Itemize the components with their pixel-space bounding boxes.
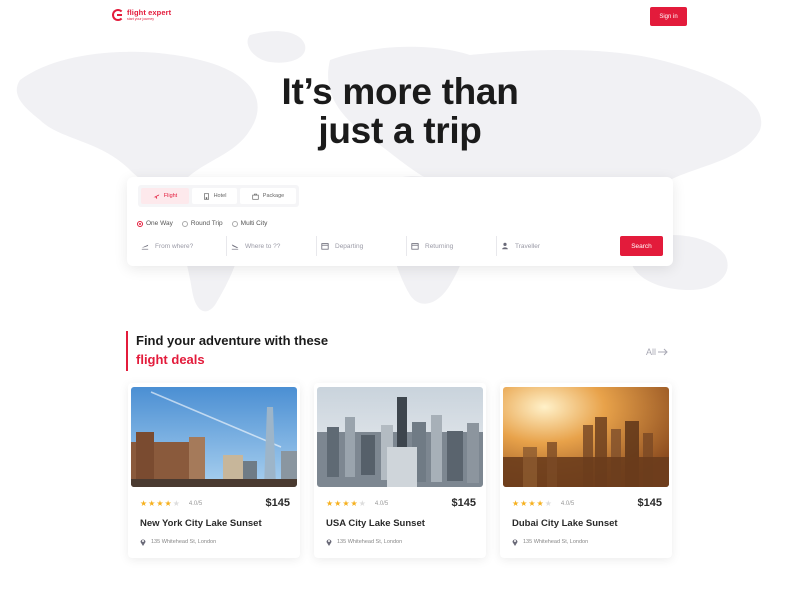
deal-price: $145 xyxy=(637,497,662,509)
radio-one-way-label: One Way xyxy=(146,220,173,227)
tab-flight-label: Flight xyxy=(163,193,178,199)
star-icon: ★ xyxy=(148,499,156,508)
deal-card[interactable]: ★ ★ ★ ★ ★ 4.0/5 $145 USA City Lake Sunse… xyxy=(314,383,486,558)
search-button[interactable]: Search xyxy=(620,236,663,256)
to-field[interactable]: Where to ?? xyxy=(227,236,317,256)
trip-type-options: One Way Round Trip Multi City xyxy=(137,220,267,227)
tab-hotel-label: Hotel xyxy=(213,193,227,199)
departing-field-placeholder: Departing xyxy=(335,242,364,250)
deal-card-image xyxy=(317,387,483,487)
brand-logo[interactable]: flight expert start your journey xyxy=(112,9,171,21)
search-fields: From where? Where to ?? Departing Return… xyxy=(137,236,620,256)
deal-card[interactable]: ★ ★ ★ ★ ★ 4.0/5 $145 Dubai City Lake Sun… xyxy=(500,383,672,558)
radio-round-trip-label: Round Trip xyxy=(190,220,223,227)
location-pin-icon xyxy=(326,539,332,546)
radio-round-trip[interactable]: Round Trip xyxy=(181,220,223,227)
radio-multi-city-label: Multi City xyxy=(240,220,268,227)
deal-address: 135 Whitehead St, London xyxy=(326,538,402,546)
sign-in-button[interactable]: Sign in xyxy=(650,7,687,26)
search-panel: Flight Hotel Package One Way Round Trip … xyxy=(127,177,673,266)
rating-value: 4.0/5 xyxy=(560,501,575,507)
star-icon: ★ xyxy=(334,499,342,508)
star-empty-icon: ★ xyxy=(358,499,366,508)
rating-value: 4.0/5 xyxy=(188,501,203,507)
star-icon: ★ xyxy=(520,499,528,508)
plane-takeoff-icon xyxy=(141,244,149,250)
user-icon xyxy=(502,242,508,250)
to-field-placeholder: Where to ?? xyxy=(245,242,281,250)
from-field-placeholder: From where? xyxy=(155,242,194,250)
plane-icon xyxy=(153,193,160,199)
star-icon: ★ xyxy=(342,499,350,508)
deal-address: 135 Whitehead St, London xyxy=(512,538,588,546)
deals-heading-line2: flight deals xyxy=(136,352,205,367)
star-empty-icon: ★ xyxy=(172,499,180,508)
deal-address-text: 135 Whitehead St, London xyxy=(523,539,589,545)
deal-price: $145 xyxy=(265,497,290,509)
deal-price: $145 xyxy=(451,497,476,509)
radio-multi-city[interactable]: Multi City xyxy=(231,220,268,227)
star-icon: ★ xyxy=(164,499,172,508)
star-icon: ★ xyxy=(528,499,536,508)
logo-tagline: start your journey xyxy=(127,16,155,21)
tab-package[interactable]: Package xyxy=(240,188,296,204)
deal-title: Dubai City Lake Sunset xyxy=(512,518,618,529)
rating-stars: ★ ★ ★ ★ ★ 4.0/5 xyxy=(140,500,202,508)
star-icon: ★ xyxy=(512,499,520,508)
plane-landing-icon xyxy=(231,244,239,250)
from-field[interactable]: From where? xyxy=(137,236,227,256)
view-all-link[interactable]: All xyxy=(646,347,668,357)
returning-field[interactable]: Returning xyxy=(407,236,497,256)
radio-unselected-icon xyxy=(181,220,188,227)
hero-title-line1: It’s more than xyxy=(281,71,519,112)
deal-card[interactable]: ★ ★ ★ ★ ★ 4.0/5 $145 New York City Lake … xyxy=(128,383,300,558)
deals-heading-line1: Find your adventure with these xyxy=(136,333,329,348)
package-icon xyxy=(252,193,259,200)
radio-selected-icon xyxy=(137,220,143,227)
top-nav: flight expert start your journey Sign in xyxy=(0,0,800,34)
view-all-label: All xyxy=(646,347,657,357)
deal-address-text: 135 Whitehead St, London xyxy=(151,539,217,545)
rating-stars: ★ ★ ★ ★ ★ 4.0/5 xyxy=(512,500,574,508)
booking-tabs: Flight Hotel Package xyxy=(138,185,299,207)
location-pin-icon xyxy=(140,539,146,546)
calendar-icon xyxy=(411,243,419,250)
departing-field[interactable]: Departing xyxy=(317,236,407,256)
calendar-icon xyxy=(321,243,329,250)
tab-hotel[interactable]: Hotel xyxy=(192,188,237,204)
arrow-right-icon xyxy=(658,348,668,356)
hero-title: It’s more than just a trip xyxy=(0,72,800,150)
radio-one-way[interactable]: One Way xyxy=(137,220,173,227)
star-icon: ★ xyxy=(350,499,358,508)
returning-field-placeholder: Returning xyxy=(425,242,454,250)
radio-unselected-icon xyxy=(231,220,238,227)
star-icon: ★ xyxy=(140,499,148,508)
star-icon: ★ xyxy=(156,499,164,508)
deal-address: 135 Whitehead St, London xyxy=(140,538,216,546)
star-icon: ★ xyxy=(326,499,334,508)
traveller-field-placeholder: Traveller xyxy=(515,242,541,250)
rating-value: 4.0/5 xyxy=(374,501,389,507)
deal-card-image xyxy=(131,387,297,487)
logo-mark-icon xyxy=(112,9,124,21)
deals-heading: Find your adventure with these flight de… xyxy=(126,331,328,371)
rating-stars: ★ ★ ★ ★ ★ 4.0/5 xyxy=(326,500,388,508)
star-empty-icon: ★ xyxy=(544,499,552,508)
hotel-icon xyxy=(203,192,209,200)
location-pin-icon xyxy=(512,539,518,546)
world-map-background xyxy=(16,31,762,312)
traveller-field[interactable]: Traveller xyxy=(497,236,620,256)
deal-address-text: 135 Whitehead St, London xyxy=(337,539,403,545)
hero-title-line2: just a trip xyxy=(318,110,482,151)
deal-title: USA City Lake Sunset xyxy=(326,518,425,529)
deal-card-image xyxy=(503,387,669,487)
tab-package-label: Package xyxy=(262,193,285,199)
logo-name: flight expert xyxy=(127,8,172,17)
deal-title: New York City Lake Sunset xyxy=(140,518,262,529)
star-icon: ★ xyxy=(536,499,544,508)
tab-flight[interactable]: Flight xyxy=(141,188,189,204)
